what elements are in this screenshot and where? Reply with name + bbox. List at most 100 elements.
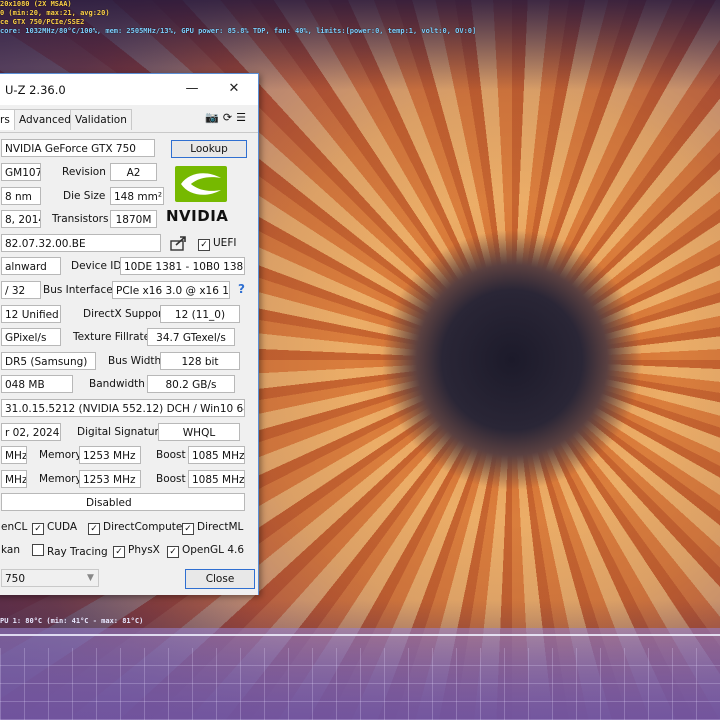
vulkan-label: kan <box>1 544 20 556</box>
device-id-field: 10DE 1381 - 10B0 1381 <box>120 257 245 275</box>
default-memory-field: 1253 MHz <box>79 470 141 488</box>
tab-validation[interactable]: Validation <box>70 109 132 130</box>
uefi-label: UEFI <box>213 237 237 249</box>
release-date-field: 8, 2014 <box>1 210 41 228</box>
tab-sensors[interactable]: rs <box>0 109 15 130</box>
revision-label: Revision <box>62 166 106 178</box>
boost-clock-field: 1085 MHz <box>188 446 245 464</box>
graph-line <box>0 634 720 636</box>
memory-size-field: 048 MB <box>1 375 73 393</box>
osd-resolution: 20x1080 (2X MSAA) <box>0 0 72 8</box>
ray-tracing-label: Ray Tracing <box>47 546 108 558</box>
directx-label: DirectX Support <box>83 308 167 320</box>
opencl-checkbox: enCL <box>1 521 27 533</box>
default-memory-label: Memory <box>39 473 82 485</box>
graph-grid <box>0 648 720 720</box>
opengl-check-box: ✓ <box>167 546 179 558</box>
die-size-field: 148 mm² <box>110 187 164 205</box>
bandwidth-label: Bandwidth <box>89 378 145 390</box>
close-button[interactable]: Close <box>185 569 255 589</box>
gpu-selector-dropdown[interactable]: 750 <box>1 569 99 587</box>
bus-width-field: 128 bit <box>160 352 240 370</box>
default-boost-field: 1085 MHz <box>188 470 245 488</box>
directcompute-label: DirectCompute <box>103 521 183 533</box>
memory-clock-field: 1253 MHz <box>79 446 141 464</box>
tab-advanced[interactable]: Advanced <box>14 109 76 130</box>
texture-fillrate-field: 34.7 GTexel/s <box>147 328 235 346</box>
directcompute-check-box: ✓ <box>88 523 100 535</box>
bus-help-button[interactable]: ? <box>238 282 245 296</box>
cuda-check-box: ✓ <box>32 523 44 535</box>
bios-version-field: 82.07.32.00.BE <box>1 234 161 252</box>
toolbar-icons: 📷⟳☰ <box>205 111 250 124</box>
memory-clock-label: Memory <box>39 449 82 461</box>
refresh-icon[interactable]: ⟳ <box>223 111 236 124</box>
default-boost-label: Boost <box>156 473 186 485</box>
opengl-label: OpenGL 4.6 <box>182 544 245 556</box>
directml-checkbox: ✓ DirectML <box>182 521 243 535</box>
device-id-label: Device ID <box>71 260 122 272</box>
directml-label: DirectML <box>197 521 244 533</box>
ray-tracing-checkbox: Ray Tracing <box>32 544 108 558</box>
technology-field: 8 nm <box>1 187 41 205</box>
digital-signature-label: Digital Signature <box>77 426 166 438</box>
nvidia-logo-icon <box>175 166 227 202</box>
close-window-button[interactable]: ✕ <box>223 78 245 100</box>
default-clock-field: MHz <box>1 470 27 488</box>
directx-field: 12 (11_0) <box>160 305 240 323</box>
uefi-checkbox: ✓ UEFI <box>198 237 236 251</box>
lookup-button[interactable]: Lookup <box>171 140 247 158</box>
bus-interface-label: Bus Interface <box>43 284 113 296</box>
minimize-button[interactable]: — <box>181 78 203 100</box>
gpu-temp-graph <box>0 628 720 720</box>
title-bar[interactable]: U-Z 2.36.0 — ✕ <box>0 74 258 105</box>
tab-bar: rs Advanced Validation 📷⟳☰ <box>0 109 258 131</box>
window-title: U-Z 2.36.0 <box>5 83 66 97</box>
gpu-temp-graph-label: PU 1: 80°C (min: 41°C - max: 81°C) <box>0 617 144 625</box>
gpu-clock-field: MHz <box>1 446 27 464</box>
gpu-selector-value: 750 <box>5 573 26 585</box>
menu-icon[interactable]: ☰ <box>236 111 250 124</box>
sli-field: Disabled <box>1 493 245 511</box>
osd-fps: 0 (min:20, max:21, avg:20) <box>0 9 110 17</box>
graphics-card-panel: NVIDIA GeForce GTX 750 Lookup GM107 Revi… <box>0 132 258 595</box>
uefi-check-box: ✓ <box>198 239 210 251</box>
opengl-checkbox: ✓ OpenGL 4.6 <box>167 544 244 558</box>
osd-overlay: 20x1080 (2X MSAA) 0 (min:20, max:21, avg… <box>0 0 720 36</box>
camera-icon[interactable]: 📷 <box>205 111 223 124</box>
directcompute-checkbox: ✓ DirectCompute <box>88 521 182 535</box>
bandwidth-field: 80.2 GB/s <box>147 375 235 393</box>
share-icon[interactable] <box>170 235 188 251</box>
driver-version-field: 31.0.15.5212 (NVIDIA 552.12) DCH / Win10… <box>1 399 245 417</box>
physx-check-box: ✓ <box>113 546 125 558</box>
cuda-checkbox: ✓ CUDA <box>32 521 77 535</box>
gpu-chip-field: GM107 <box>1 163 41 181</box>
rops-field: / 32 <box>1 281 41 299</box>
bus-interface-field: PCIe x16 3.0 @ x16 1.1 <box>112 281 230 299</box>
texture-fillrate-label: Texture Fillrate <box>73 331 151 343</box>
physx-label: PhysX <box>128 544 160 556</box>
bus-width-label: Bus Width <box>108 355 162 367</box>
osd-renderer: ce GTX 750/PCIe/SSE2 <box>0 18 85 26</box>
physx-checkbox: ✓ PhysX <box>113 544 160 558</box>
chevron-down-icon[interactable]: ▼ <box>87 573 94 583</box>
cuda-label: CUDA <box>47 521 78 533</box>
pixel-fillrate-field: GPixel/s <box>1 328 61 346</box>
osd-gpu-stats: core: 1032MHz/80°C/100%, mem: 2505MHz/13… <box>0 27 477 35</box>
gpuz-window: U-Z 2.36.0 — ✕ rs Advanced Validation 📷⟳… <box>0 73 259 595</box>
gpu-name-field: NVIDIA GeForce GTX 750 <box>1 139 155 157</box>
nvidia-logo-text: NVIDIA <box>166 207 229 225</box>
subvendor-field: alnward <box>1 257 61 275</box>
transistors-field: 1870M <box>110 210 157 228</box>
shaders-field: 12 Unified <box>1 305 61 323</box>
die-size-label: Die Size <box>63 190 106 202</box>
transistors-label: Transistors <box>52 213 109 225</box>
vulkan-checkbox: kan <box>1 544 20 556</box>
revision-field: A2 <box>110 163 157 181</box>
ray-tracing-check-box <box>32 544 44 556</box>
boost-clock-label: Boost <box>156 449 186 461</box>
digital-signature-field: WHQL <box>158 423 240 441</box>
memory-type-field: DR5 (Samsung) <box>1 352 96 370</box>
directml-check-box: ✓ <box>182 523 194 535</box>
driver-date-field: r 02, 2024 <box>1 423 61 441</box>
